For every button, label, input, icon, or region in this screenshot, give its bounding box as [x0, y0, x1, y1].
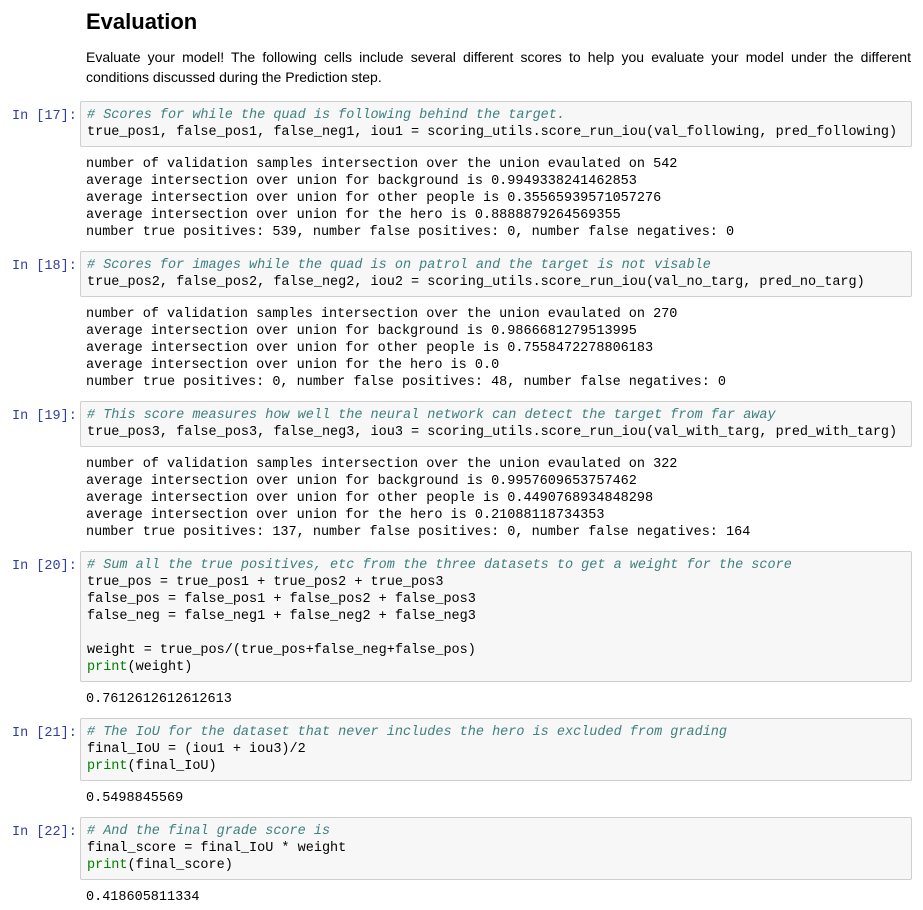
print-builtin: print: [87, 660, 128, 675]
output-line: average intersection over union for the …: [86, 508, 605, 523]
output-line: number true positives: 539, number false…: [86, 225, 735, 240]
print-builtin: print: [87, 759, 128, 774]
cell-output: 0.418605811334: [86, 889, 912, 906]
code-line: final_IoU = (iou1 + iou3)/2: [87, 742, 306, 757]
code-line: print(final_IoU): [87, 759, 217, 774]
output-line: average intersection over union for back…: [86, 474, 637, 489]
code-cell-input[interactable]: # And the final grade score is final_scor…: [80, 817, 912, 880]
cell-prompt: In [21]:: [12, 726, 77, 741]
cell-output: 0.7612612612612613: [86, 691, 912, 708]
output-line: average intersection over union for the …: [86, 358, 500, 373]
code-line: # And the final grade score is: [87, 824, 331, 839]
cell-output: 0.5498845569: [86, 790, 912, 807]
output-line: 0.7612612612612613: [86, 692, 232, 707]
cell-prompt: In [17]:: [12, 109, 77, 124]
output-line: average intersection over union for othe…: [86, 341, 654, 356]
code-cell-input[interactable]: # The IoU for the dataset that never inc…: [80, 718, 912, 781]
cell-prompt: In [18]:: [12, 259, 77, 274]
code-line: false_neg = false_neg1 + false_neg2 + fa…: [87, 609, 476, 624]
output-line: average intersection over union for othe…: [86, 491, 654, 506]
output-line: average intersection over union for back…: [86, 324, 637, 339]
output-line: number true positives: 137, number false…: [86, 525, 751, 540]
code-line: # The IoU for the dataset that never inc…: [87, 725, 728, 740]
output-line: average intersection over union for othe…: [86, 191, 662, 206]
cell-prompt: In [20]:: [12, 559, 77, 574]
cell-prompt: In [22]:: [12, 825, 77, 840]
code-line: print(final_score): [87, 858, 233, 873]
output-line: 0.418605811334: [86, 890, 200, 905]
output-line: number of validation samples intersectio…: [86, 157, 678, 172]
output-line: number of validation samples intersectio…: [86, 457, 678, 472]
code-line: # Scores for while the quad is following…: [87, 108, 565, 123]
code-line: false_pos = false_pos1 + false_pos2 + fa…: [87, 592, 476, 607]
code-line: true_pos3, false_pos3, false_neg3, iou3 …: [87, 425, 898, 440]
cell-output: number of validation samples intersectio…: [86, 456, 912, 541]
section-heading: Evaluation: [86, 9, 198, 34]
code-line: # This score measures how well the neura…: [87, 408, 776, 423]
output-line: average intersection over union for the …: [86, 208, 621, 223]
code-cell-input[interactable]: # This score measures how well the neura…: [80, 401, 912, 447]
code-line: # Sum all the true positives, etc from t…: [87, 558, 792, 573]
output-line: 0.5498845569: [86, 791, 184, 806]
cell-output: number of validation samples intersectio…: [86, 156, 912, 241]
output-line: number true positives: 0, number false p…: [86, 375, 727, 390]
code-line: true_pos2, false_pos2, false_neg2, iou2 …: [87, 275, 865, 290]
print-builtin: print: [87, 858, 128, 873]
code-cell-input[interactable]: # Sum all the true positives, etc from t…: [80, 551, 912, 682]
output-line: number of validation samples intersectio…: [86, 307, 678, 322]
cell-output: number of validation samples intersectio…: [86, 306, 912, 391]
output-line: average intersection over union for back…: [86, 174, 637, 189]
code-line: final_score = final_IoU * weight: [87, 841, 347, 856]
code-cell-input[interactable]: # Scores for while the quad is following…: [80, 101, 912, 147]
code-line: weight = true_pos/(true_pos+false_neg+fa…: [87, 643, 476, 658]
code-cell-input[interactable]: # Scores for images while the quad is on…: [80, 251, 912, 297]
intro-paragraph: Evaluate your model! The following cells…: [86, 49, 911, 85]
cell-prompt: In [19]:: [12, 409, 77, 424]
code-line: true_pos1, false_pos1, false_neg1, iou1 …: [87, 125, 898, 140]
code-line: print(weight): [87, 660, 193, 675]
code-line: # Scores for images while the quad is on…: [87, 258, 711, 273]
code-line: true_pos = true_pos1 + true_pos2 + true_…: [87, 575, 444, 590]
